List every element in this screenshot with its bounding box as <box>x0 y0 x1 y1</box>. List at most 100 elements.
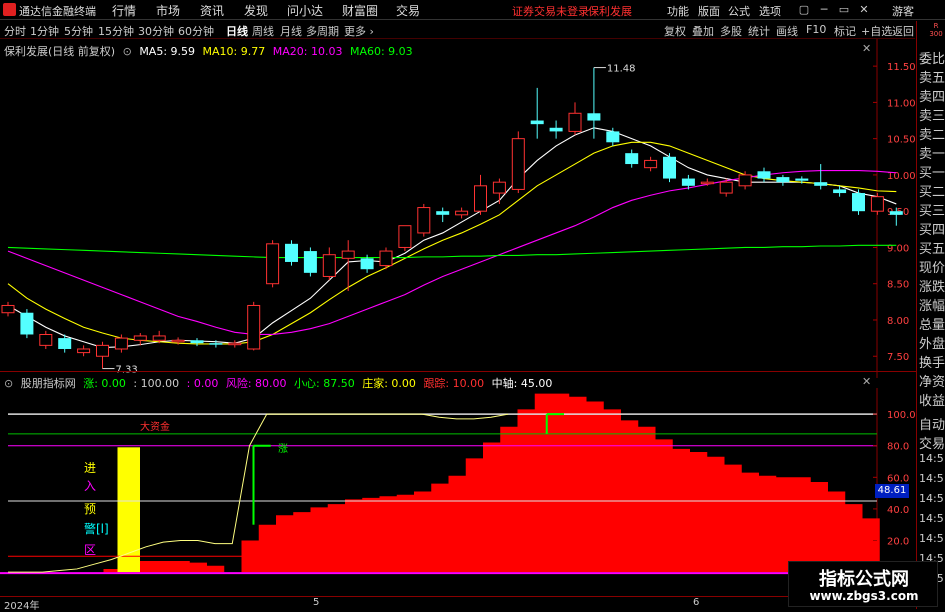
candle-down <box>606 131 620 143</box>
candle-down <box>663 156 676 179</box>
trade-login-status[interactable]: 证券交易未登录 <box>512 3 589 19</box>
indicator-chart[interactable]: 100.0 80.0 60.0 40.0 20.0 <box>0 388 916 596</box>
candle-up <box>114 337 128 350</box>
period-daily[interactable]: 日线 <box>226 23 248 39</box>
rp-buy2[interactable]: 买二 <box>919 181 945 200</box>
candle-up <box>379 250 393 267</box>
rp-time-5: 14:5 <box>919 532 944 545</box>
tool-tongji[interactable]: 统计 <box>748 23 770 39</box>
label-v2: 入 <box>84 479 97 493</box>
rp-shouyi[interactable]: 收益 <box>919 390 945 409</box>
time-axis: 2024年 5 6 <box>0 596 916 612</box>
candle-down <box>209 343 223 345</box>
label-v3: 预 <box>84 502 97 516</box>
rp-time-4: 14:5 <box>919 512 944 525</box>
maximize-icon[interactable]: ▭ <box>835 3 853 16</box>
tool-fuquan[interactable]: 复权 <box>664 23 686 39</box>
rp-waipan[interactable]: 外盘 <box>919 333 945 352</box>
tool-add-favorite[interactable]: +自选 <box>861 23 892 39</box>
menu-hangqing[interactable]: 行情 <box>112 2 136 19</box>
watermark-title: 指标公式网 <box>819 569 909 590</box>
guest-user[interactable]: 游客 <box>892 3 914 19</box>
menu-banmian[interactable]: 版面 <box>698 3 720 19</box>
indicator-settings-icon[interactable]: ⊙ <box>123 45 132 58</box>
menu-xuanxiang[interactable]: 选项 <box>759 3 781 19</box>
candle-up <box>171 339 185 343</box>
main-pane-close-icon[interactable]: ✕ <box>862 42 871 55</box>
rp-buy1[interactable]: 买一 <box>919 162 945 181</box>
rp-buy3[interactable]: 买三 <box>919 200 945 219</box>
rp-huanshou[interactable]: 换手 <box>919 352 945 371</box>
candle-up <box>152 335 166 341</box>
period-more[interactable]: 更多 › <box>344 23 374 39</box>
main-chart-header: 保利发展(日线 前复权) ⊙ MA5: 9.59 MA10: 9.77 MA20… <box>4 43 417 59</box>
candle-down <box>303 251 317 273</box>
candle-down <box>814 182 828 186</box>
rp-weibi[interactable]: 委比 <box>919 48 945 67</box>
account-stock-name[interactable]: 保利发展 <box>588 3 632 19</box>
time-label-5: 5 <box>313 597 320 608</box>
rp-sell4[interactable]: 卖四 <box>919 86 945 105</box>
price-tick-label: 8.50 <box>887 280 909 291</box>
tool-huaxian[interactable]: 画线 <box>776 23 798 39</box>
rp-sell3[interactable]: 卖三 <box>919 105 945 124</box>
candle-up <box>341 250 355 259</box>
candle-up <box>700 181 714 185</box>
candlestick-chart[interactable]: 11.5011.0010.5010.009.509.008.508.007.50… <box>0 39 916 379</box>
minimize-icon[interactable]: ─ <box>815 3 833 16</box>
period-30min[interactable]: 30分钟 <box>138 23 174 39</box>
period-60min[interactable]: 60分钟 <box>178 23 214 39</box>
rp-buy5[interactable]: 买五 <box>919 238 945 257</box>
menu-zixun[interactable]: 资讯 <box>200 2 224 19</box>
pane-divider[interactable] <box>0 371 916 372</box>
period-monthly[interactable]: 月线 <box>280 23 302 39</box>
rp-sell5[interactable]: 卖五 <box>919 67 945 86</box>
period-multi[interactable]: 多周期 <box>306 23 339 39</box>
price-tick-label: 11.50 <box>887 62 916 73</box>
candle-up <box>417 207 431 234</box>
candle-up <box>77 348 91 354</box>
candle-up <box>474 185 487 212</box>
period-5min[interactable]: 5分钟 <box>64 23 93 39</box>
rp-time-1: 14:5 <box>919 452 944 465</box>
menu-gongneng[interactable]: 功能 <box>667 3 689 19</box>
menu-shichang[interactable]: 市场 <box>156 2 180 19</box>
close-icon[interactable]: ✕ <box>855 3 873 16</box>
menu-gongshi[interactable]: 公式 <box>728 3 750 19</box>
rp-jingzi[interactable]: 净资 <box>919 371 945 390</box>
candle-up <box>568 112 582 132</box>
rp-jiaoyi[interactable]: 交易 <box>919 433 945 452</box>
menu-wenxiaoda[interactable]: 问小达 <box>287 2 323 19</box>
period-fenshi[interactable]: 分时 <box>4 23 26 39</box>
restore-icon[interactable]: ▢ <box>795 3 813 16</box>
rp-zhangdie[interactable]: 涨跌 <box>919 276 945 295</box>
rp-buy4[interactable]: 买四 <box>919 219 945 238</box>
watermark-url: www.zbgs3.com <box>809 589 919 603</box>
period-15min[interactable]: 15分钟 <box>98 23 134 39</box>
period-weekly[interactable]: 周线 <box>252 23 274 39</box>
tool-diejia[interactable]: 叠加 <box>692 23 714 39</box>
site-watermark: 指标公式网 www.zbgs3.com <box>788 561 938 607</box>
menu-caifuquan[interactable]: 财富圈 <box>342 2 378 19</box>
rp-sell2[interactable]: 卖二 <box>919 124 945 143</box>
tool-f10[interactable]: F10 <box>806 23 826 36</box>
rp-zongliang[interactable]: 总量 <box>919 314 945 333</box>
tool-duogu[interactable]: 多股 <box>720 23 742 39</box>
stock-title[interactable]: 保利发展(日线 前复权) <box>4 43 115 59</box>
rp-sell1[interactable]: 卖一 <box>919 143 945 162</box>
sub-pane-close-icon[interactable]: ✕ <box>862 375 871 388</box>
rp-zhangfu[interactable]: 涨幅 <box>919 295 945 314</box>
period-1min[interactable]: 1分钟 <box>30 23 59 39</box>
rp-time-3: 14:5 <box>919 492 944 505</box>
candle-down <box>360 258 374 270</box>
menu-jiaoyi[interactable]: 交易 <box>396 2 420 19</box>
candle-down <box>190 340 204 344</box>
tool-back[interactable]: 返回 <box>892 23 914 39</box>
candle-up <box>870 196 884 212</box>
candle-down <box>795 178 809 181</box>
menu-faxian[interactable]: 发现 <box>244 2 268 19</box>
rp-xianjia[interactable]: 现价 <box>919 257 945 276</box>
rp-zidong[interactable]: 自动 <box>919 414 945 433</box>
candle-down <box>889 211 903 215</box>
tool-biaoji[interactable]: 标记 <box>834 23 856 39</box>
